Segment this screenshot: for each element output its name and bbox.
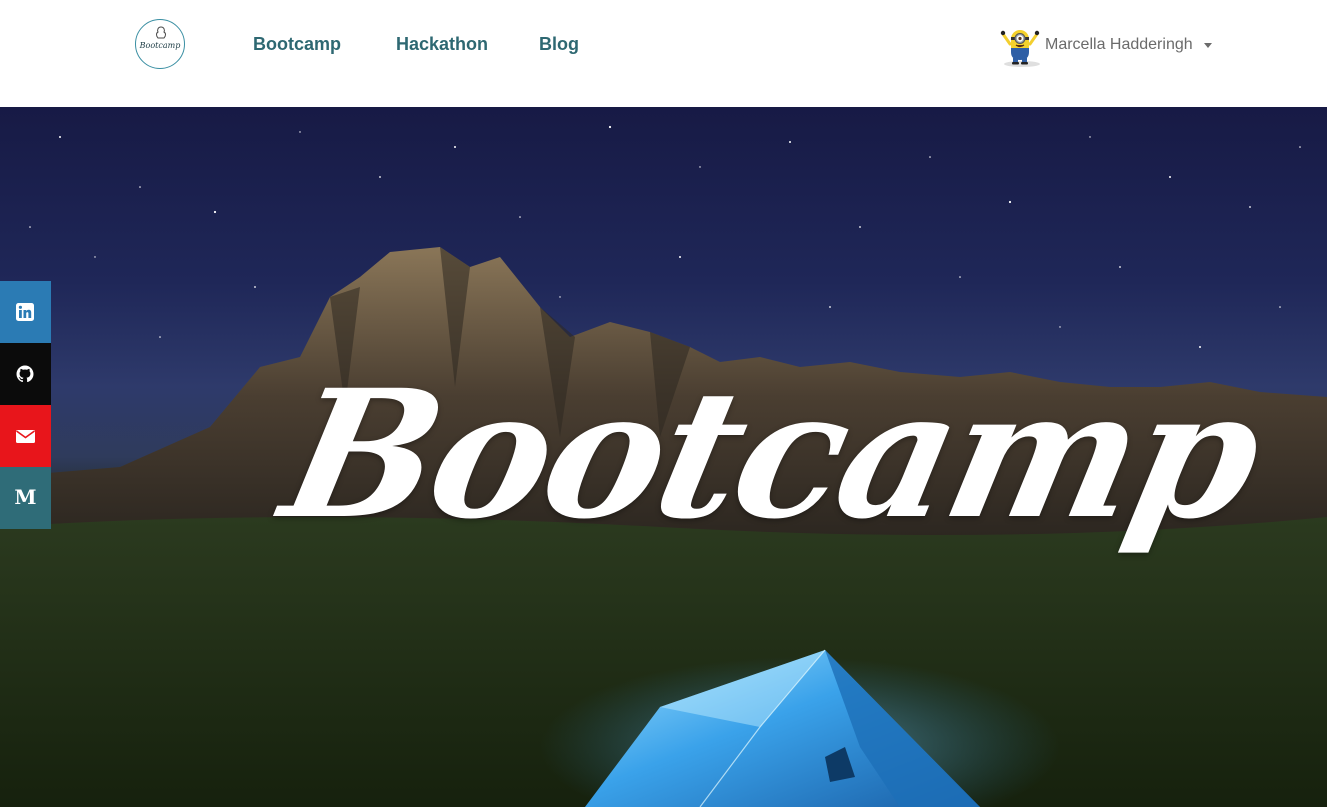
linkedin-button[interactable] bbox=[0, 281, 51, 343]
email-button[interactable] bbox=[0, 405, 51, 467]
envelope-icon bbox=[16, 430, 35, 443]
hero-title: Bootcamp bbox=[268, 351, 1276, 558]
medium-icon: M bbox=[14, 485, 37, 509]
github-icon bbox=[16, 365, 34, 383]
medium-button[interactable]: M bbox=[0, 467, 51, 529]
logo[interactable]: Bootcamp bbox=[135, 19, 185, 69]
chevron-down-icon bbox=[1204, 43, 1212, 48]
hero-banner: Bootcamp bbox=[0, 107, 1327, 807]
social-sidebar: M bbox=[0, 281, 51, 529]
minion-avatar-icon bbox=[1000, 30, 1040, 67]
logo-text: Bootcamp bbox=[139, 41, 181, 50]
linkedin-icon bbox=[16, 303, 34, 321]
user-name: Marcella Hadderingh bbox=[1045, 36, 1193, 53]
github-button[interactable] bbox=[0, 343, 51, 405]
stars bbox=[29, 125, 1301, 348]
nav-link-bootcamp[interactable]: Bootcamp bbox=[253, 34, 341, 55]
navbar: Bootcamp Bootcamp Hackathon Blog Marcell… bbox=[0, 0, 1327, 107]
bootcamp-logo-icon bbox=[156, 26, 166, 39]
user-menu-dropdown[interactable]: Marcella Hadderingh bbox=[998, 26, 1218, 67]
nav-link-blog[interactable]: Blog bbox=[539, 34, 579, 55]
nav-link-hackathon[interactable]: Hackathon bbox=[396, 34, 488, 55]
